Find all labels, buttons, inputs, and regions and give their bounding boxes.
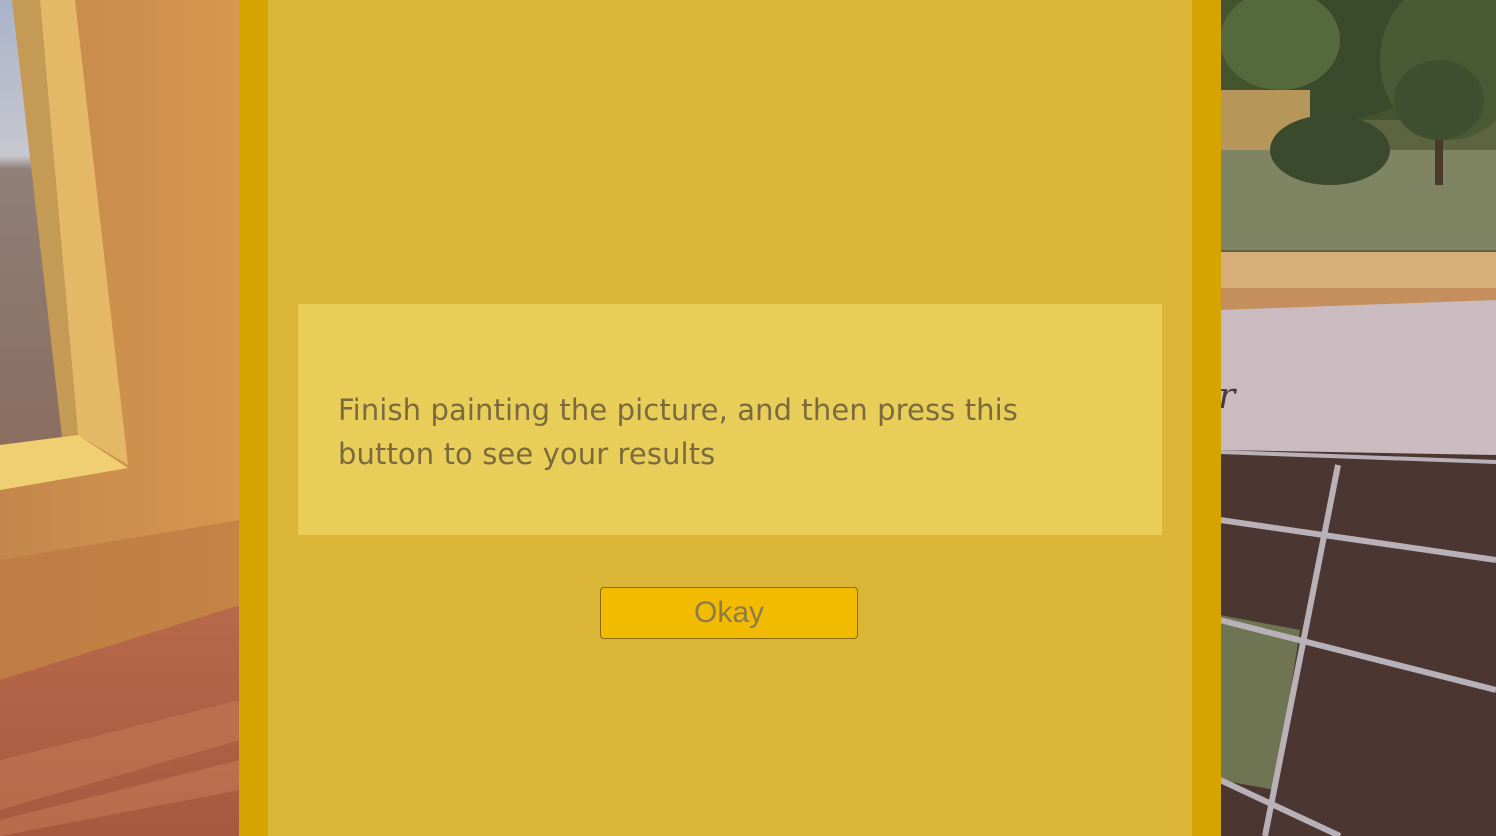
window-and-desk-scenery [0, 0, 240, 836]
svg-text:r: r [1220, 376, 1237, 417]
game-viewport: r Finish painting the picture, and then … [0, 0, 1496, 836]
okay-button[interactable]: Okay [600, 587, 858, 639]
message-box: Finish painting the picture, and then pr… [298, 304, 1162, 535]
instruction-text: Finish painting the picture, and then pr… [338, 393, 1019, 471]
dialog-panel-inner: Finish painting the picture, and then pr… [268, 0, 1192, 836]
okay-button-label: Okay [693, 596, 765, 629]
room-right-background: r [1220, 0, 1496, 836]
room-left-background [0, 0, 240, 836]
dialog-panel: Finish painting the picture, and then pr… [239, 0, 1221, 836]
painting-and-canvas-scenery: r [1220, 0, 1496, 836]
